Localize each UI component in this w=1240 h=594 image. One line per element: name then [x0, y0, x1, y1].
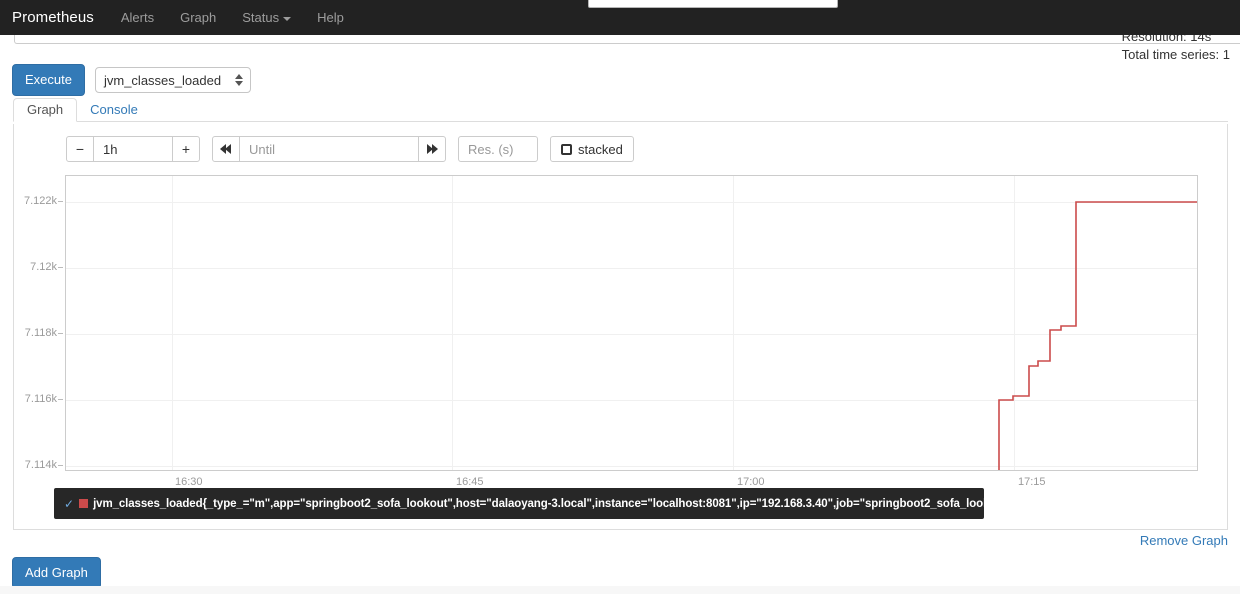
legend-color-swatch [79, 499, 89, 508]
stacked-label: stacked [578, 141, 623, 157]
until-input[interactable]: Until [240, 136, 418, 162]
add-graph-button[interactable]: Add Graph [12, 557, 101, 590]
metric-select-value: jvm_classes_loaded [103, 72, 222, 88]
tab-graph-label: Graph [27, 102, 64, 117]
tab-graph[interactable]: Graph [13, 98, 78, 122]
nav-item-help[interactable]: Help [304, 0, 357, 35]
nav-item-graph[interactable]: Graph [167, 0, 229, 35]
graph-legend[interactable]: ✓ jvm_classes_loaded{_type_="m",app="spr… [54, 488, 1017, 519]
chevron-down-icon [283, 16, 292, 21]
y-axis-tick: 7.12k [30, 261, 63, 273]
resolution-group: Res. (s) [458, 136, 538, 162]
plot-area[interactable] [65, 175, 1198, 471]
step-backward-icon [220, 144, 231, 154]
step-forward-icon [427, 144, 438, 154]
time-group: Until [212, 136, 446, 162]
nav-label-help: Help [317, 10, 344, 25]
y-axis-tick: 7.116k [24, 393, 64, 405]
metric-select[interactable]: jvm_classes_loaded [94, 67, 251, 94]
checkbox-icon [561, 143, 572, 155]
y-axis-tick: 7.118k [24, 327, 64, 339]
x-axis-tick: 16:30 [175, 476, 203, 488]
range-group: − 1h + [66, 136, 200, 162]
tab-console[interactable]: Console [77, 99, 151, 121]
autocomplete-overlay [588, 0, 838, 8]
nav-item-status[interactable]: Status [229, 0, 304, 35]
x-axis-tick: 17:15 [1018, 476, 1046, 488]
remove-graph-link[interactable]: Remove Graph [1140, 533, 1228, 548]
execute-button[interactable]: Execute [12, 64, 85, 97]
nav-label-status: Status [242, 10, 280, 25]
execute-row: Execute jvm_classes_loaded [12, 64, 251, 97]
brand-prometheus[interactable]: Prometheus [0, 9, 108, 26]
step-backward-button[interactable] [212, 136, 240, 162]
x-axis-tick: 17:00 [737, 476, 765, 488]
range-input[interactable]: 1h [94, 136, 172, 162]
select-spinner-icon [234, 74, 243, 87]
stacked-toggle[interactable]: stacked [550, 136, 634, 162]
result-tabs: Graph Console [13, 98, 1228, 122]
tab-console-label: Console [90, 102, 138, 117]
resolution-input[interactable]: Res. (s) [458, 136, 538, 162]
range-increase-button[interactable]: + [172, 136, 200, 162]
nav-label-graph: Graph [180, 10, 217, 25]
nav-label-alerts: Alerts [120, 10, 155, 25]
y-axis-tick: 7.122k [23, 195, 64, 207]
check-icon: ✓ [64, 496, 75, 511]
nav-item-alerts[interactable]: Alerts [108, 0, 167, 35]
footer-strip [0, 586, 1240, 594]
step-forward-button[interactable] [418, 136, 446, 162]
plot-wrapper: 7.122k 7.12k 7.118k 7.116k 7.114k 16:30 … [24, 175, 1198, 488]
x-axis-tick: 16:45 [456, 476, 484, 488]
range-decrease-button[interactable]: − [66, 136, 94, 162]
y-axis-tick: 7.114k [24, 459, 64, 471]
graph-panel: − 1h + Until Res. (s) stacked 7.122k 7.1… [13, 124, 1228, 530]
graph-toolbar: − 1h + Until Res. (s) stacked [66, 136, 646, 162]
total-time-series-text: Total time series: 1 [1121, 47, 1230, 62]
legend-series-label: jvm_classes_loaded{_type_="m",app="sprin… [93, 497, 1017, 510]
stacked-group: stacked [550, 136, 634, 162]
series-line [998, 201, 1197, 470]
